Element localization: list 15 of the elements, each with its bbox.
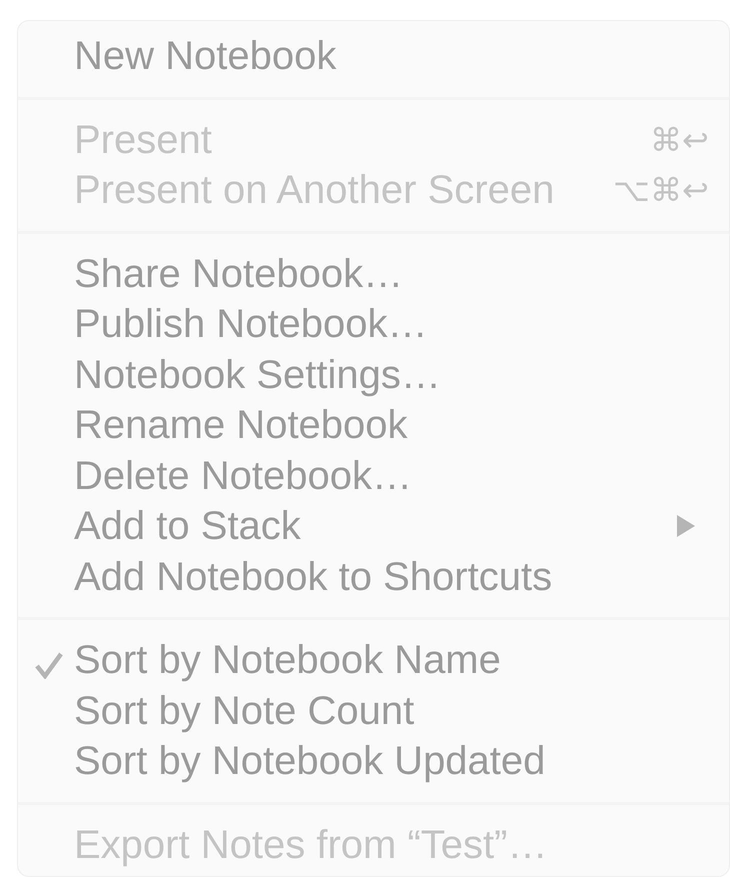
shortcut-label: ⌥⌘↩ — [613, 171, 709, 210]
menu-item[interactable]: Notebook Settings… — [18, 350, 729, 400]
menu-item[interactable]: Share Notebook… — [18, 248, 729, 299]
menu-item[interactable]: New Notebook — [18, 31, 729, 82]
menu-item[interactable]: Publish Notebook… — [18, 299, 729, 350]
menu-item[interactable]: Sort by Note Count — [18, 686, 729, 736]
menu-item[interactable]: Rename Notebook — [18, 400, 729, 450]
menu-item[interactable]: Sort by Notebook Name — [18, 635, 729, 686]
checkmark-icon — [34, 651, 64, 679]
menu-item[interactable]: Sort by Notebook Updated — [18, 736, 729, 786]
shortcut-label: ⌘↩ — [650, 120, 709, 160]
menu-item[interactable]: Add to Stack — [18, 501, 729, 552]
menu-item[interactable]: Delete Notebook… — [18, 450, 729, 501]
submenu-arrow-icon — [677, 515, 695, 538]
menu-item[interactable]: Add Notebook to Shortcuts — [18, 552, 729, 602]
